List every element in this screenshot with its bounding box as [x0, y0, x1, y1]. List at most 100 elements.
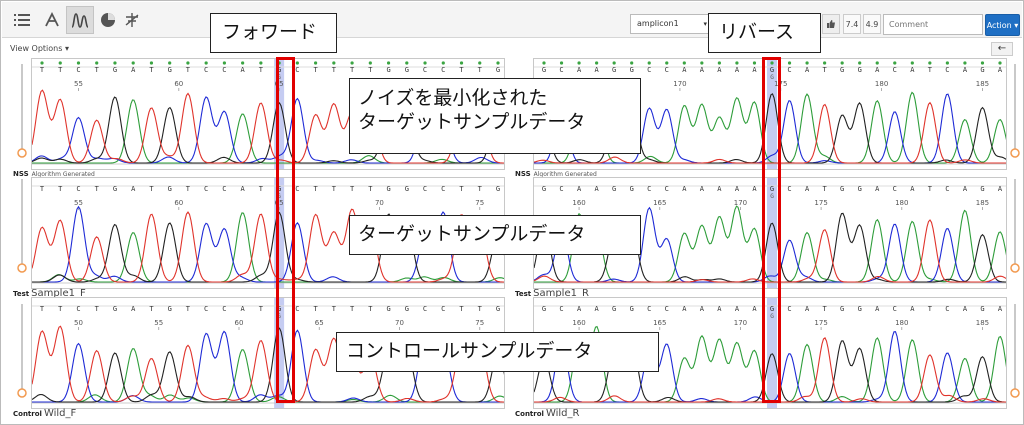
base-call[interactable]: C [204, 305, 208, 313]
position-number: 165 [653, 319, 666, 327]
base-call[interactable]: G [386, 66, 390, 74]
base-call[interactable]: G [840, 305, 844, 313]
base-call[interactable]: C [559, 305, 563, 313]
base-call[interactable]: G [542, 305, 546, 313]
thumbs-up-icon[interactable] [822, 14, 840, 34]
align-view-icon[interactable] [38, 6, 66, 34]
quality-dot [875, 61, 879, 65]
zoom-slider-rev-ctrl[interactable] [1010, 302, 1020, 402]
base-call[interactable]: G [386, 305, 390, 313]
base-call[interactable]: C [222, 66, 226, 74]
base-call[interactable]: C [423, 305, 427, 313]
base-call[interactable]: C [441, 305, 445, 313]
base-call[interactable]: G [168, 66, 172, 74]
base-call[interactable]: G [113, 185, 117, 193]
base-call[interactable]: G [405, 66, 409, 74]
base-call[interactable]: G [858, 305, 862, 313]
base-call[interactable]: G [612, 185, 616, 193]
base-call[interactable]: G [405, 305, 409, 313]
base-call[interactable]: C [222, 305, 226, 313]
base-call[interactable]: G [630, 305, 634, 313]
base-call[interactable]: C [787, 185, 791, 193]
base-call[interactable]: C [423, 185, 427, 193]
base-call[interactable]: C [787, 305, 791, 313]
position-number: 55 [74, 199, 83, 207]
base-call[interactable]: C [204, 185, 208, 193]
base-call[interactable]: G [496, 305, 500, 313]
base-call[interactable]: C [647, 305, 651, 313]
base-call[interactable]: G [496, 185, 500, 193]
zoom-slider-rev-test[interactable] [1010, 177, 1020, 277]
base-call[interactable]: G [386, 185, 390, 193]
callout-nss-line1: ノイズを最小化された [358, 87, 548, 109]
base-call[interactable]: C [665, 66, 669, 74]
base-call[interactable]: C [441, 66, 445, 74]
base-call[interactable]: C [295, 66, 299, 74]
base-call[interactable]: C [647, 185, 651, 193]
base-call[interactable]: G [542, 185, 546, 193]
base-call[interactable]: C [441, 185, 445, 193]
base-call[interactable]: G [980, 185, 984, 193]
action-button[interactable]: Action ▾ [985, 14, 1020, 36]
base-call[interactable]: G [168, 185, 172, 193]
position-number: 180 [895, 319, 908, 327]
position-number: 165 [653, 199, 666, 207]
base-call[interactable]: C [945, 185, 949, 193]
panel-type-label: Control [515, 410, 544, 418]
base-call[interactable]: C [945, 305, 949, 313]
zoom-slider-rev-nss[interactable] [1010, 62, 1020, 162]
base-call[interactable]: G [980, 66, 984, 74]
base-call[interactable]: G [840, 66, 844, 74]
base-call[interactable]: C [295, 185, 299, 193]
comment-input[interactable] [883, 14, 983, 35]
view-options-menu[interactable]: View Options ▾ [10, 44, 69, 53]
quality-dot [368, 61, 372, 65]
base-call[interactable]: G [542, 66, 546, 74]
base-call[interactable]: G [630, 185, 634, 193]
base-call[interactable]: C [204, 66, 208, 74]
base-call[interactable]: G [496, 66, 500, 74]
callout-forward: フォワード [210, 13, 337, 53]
base-call[interactable]: C [893, 305, 897, 313]
base-call[interactable]: C [893, 185, 897, 193]
base-call[interactable]: G [612, 305, 616, 313]
base-call[interactable]: G [630, 66, 634, 74]
base-call[interactable]: C [76, 185, 80, 193]
quality-dot [559, 61, 564, 65]
quality-dot [577, 61, 581, 65]
position-number: 60 [174, 80, 183, 88]
base-call[interactable]: G [113, 305, 117, 313]
base-call[interactable]: G [840, 185, 844, 193]
base-call[interactable]: C [559, 66, 563, 74]
base-call[interactable]: G [168, 305, 172, 313]
chromatogram-view-icon[interactable] [66, 6, 94, 34]
base-call[interactable]: G [113, 66, 117, 74]
base-call[interactable]: G [612, 66, 616, 74]
zoom-slider-fwd-test[interactable] [17, 177, 27, 277]
base-call[interactable]: C [665, 185, 669, 193]
base-call[interactable]: C [559, 185, 563, 193]
zoom-slider-fwd-nss[interactable] [17, 62, 27, 162]
base-call[interactable]: C [76, 305, 80, 313]
base-call[interactable]: C [893, 66, 897, 74]
zoom-slider-fwd-ctrl[interactable] [17, 302, 27, 402]
base-call[interactable]: G [858, 185, 862, 193]
base-call[interactable]: C [295, 305, 299, 313]
base-call[interactable]: G [405, 185, 409, 193]
quality-dot [928, 61, 932, 65]
base-call[interactable]: C [222, 185, 226, 193]
arrow-left-icon[interactable]: ← [991, 42, 1013, 56]
base-call[interactable]: C [665, 305, 669, 313]
base-call[interactable]: C [945, 66, 949, 74]
base-call[interactable]: C [423, 66, 427, 74]
base-call[interactable]: G [858, 66, 862, 74]
variant-view-icon[interactable] [118, 6, 146, 34]
panel-type-label: NSS [515, 170, 531, 178]
base-call[interactable]: C [787, 66, 791, 74]
base-call[interactable]: C [76, 66, 80, 74]
base-call[interactable]: C [647, 66, 651, 74]
base-call[interactable]: G [980, 305, 984, 313]
list-view-icon[interactable] [8, 6, 36, 34]
amplicon-select[interactable]: amplicon1 ▾ [630, 14, 712, 34]
quality-dot [405, 61, 409, 65]
